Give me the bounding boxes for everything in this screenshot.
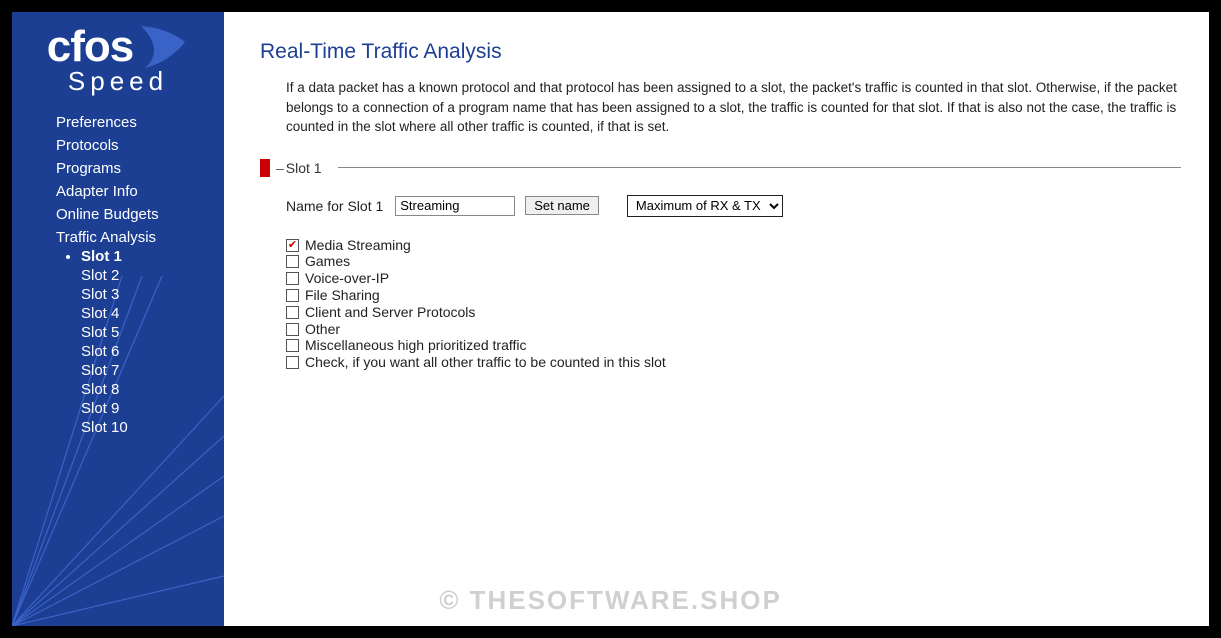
check-file-sharing[interactable] [286,289,299,302]
slot-color-marker [260,159,270,177]
check-label: File Sharing [305,287,380,304]
nav-slot-5[interactable]: Slot 5 [81,324,119,341]
app-logo: cfos Speed [12,12,224,111]
nav-slot-3[interactable]: Slot 3 [81,286,119,303]
sidebar: cfos Speed Preferences Protocols Program… [12,12,224,626]
page-intro: If a data packet has a known protocol an… [286,78,1181,137]
main-content: Real-Time Traffic Analysis If a data pac… [224,12,1209,626]
nav-protocols[interactable]: Protocols [56,137,119,154]
set-name-button[interactable]: Set name [525,196,599,215]
page-title: Real-Time Traffic Analysis [260,40,1181,64]
logo-text-top: cfos [47,22,133,72]
slot-name-input[interactable] [395,196,515,216]
nav-traffic-analysis[interactable]: Traffic Analysis [56,229,156,246]
nav-preferences[interactable]: Preferences [56,114,137,131]
check-label: Media Streaming [305,237,411,254]
check-label: Other [305,321,340,338]
nav-slot-1[interactable]: Slot 1 [81,248,122,265]
nav-adapter-info[interactable]: Adapter Info [56,183,138,200]
check-other[interactable] [286,323,299,336]
check-label: Check, if you want all other traffic to … [305,354,666,371]
check-client-server[interactable] [286,306,299,319]
logo-text-bottom: Speed [68,66,168,97]
check-label: Client and Server Protocols [305,304,475,321]
slot-header-label: Slot 1 [286,160,322,176]
nav-list: Preferences Protocols Programs Adapter I… [12,111,224,440]
check-label: Voice-over-IP [305,270,389,287]
nav-slot-8[interactable]: Slot 8 [81,381,119,398]
slot-name-label: Name for Slot 1 [286,198,383,214]
check-all-other-traffic[interactable] [286,356,299,369]
nav-slot-6[interactable]: Slot 6 [81,343,119,360]
check-label: Games [305,253,350,270]
nav-slot-10[interactable]: Slot 10 [81,419,128,436]
slot-name-row: Name for Slot 1 Set name Maximum of RX &… [286,195,1181,217]
check-voip[interactable] [286,272,299,285]
nav-slot-7[interactable]: Slot 7 [81,362,119,379]
check-misc-high-prio[interactable] [286,339,299,352]
slot-header-rule [338,167,1181,168]
check-games[interactable] [286,255,299,268]
slot-mode-select[interactable]: Maximum of RX & TX [627,195,783,217]
nav-slot-9[interactable]: Slot 9 [81,400,119,417]
nav-programs[interactable]: Programs [56,160,121,177]
nav-slot-2[interactable]: Slot 2 [81,267,119,284]
slot-header-dash: – [276,160,284,176]
nav-slot-list: Slot 1 Slot 2 Slot 3 Slot 4 Slot 5 Slot … [56,247,224,437]
slot-header: – Slot 1 [260,159,1181,177]
slot-checklist: ✔ Media Streaming Games Voice-over-IP Fil… [286,237,1181,371]
check-label: Miscellaneous high prioritized traffic [305,337,527,354]
check-media-streaming[interactable]: ✔ [286,239,299,252]
nav-slot-4[interactable]: Slot 4 [81,305,119,322]
nav-online-budgets[interactable]: Online Budgets [56,206,159,223]
logo-swoosh-icon [139,24,189,70]
